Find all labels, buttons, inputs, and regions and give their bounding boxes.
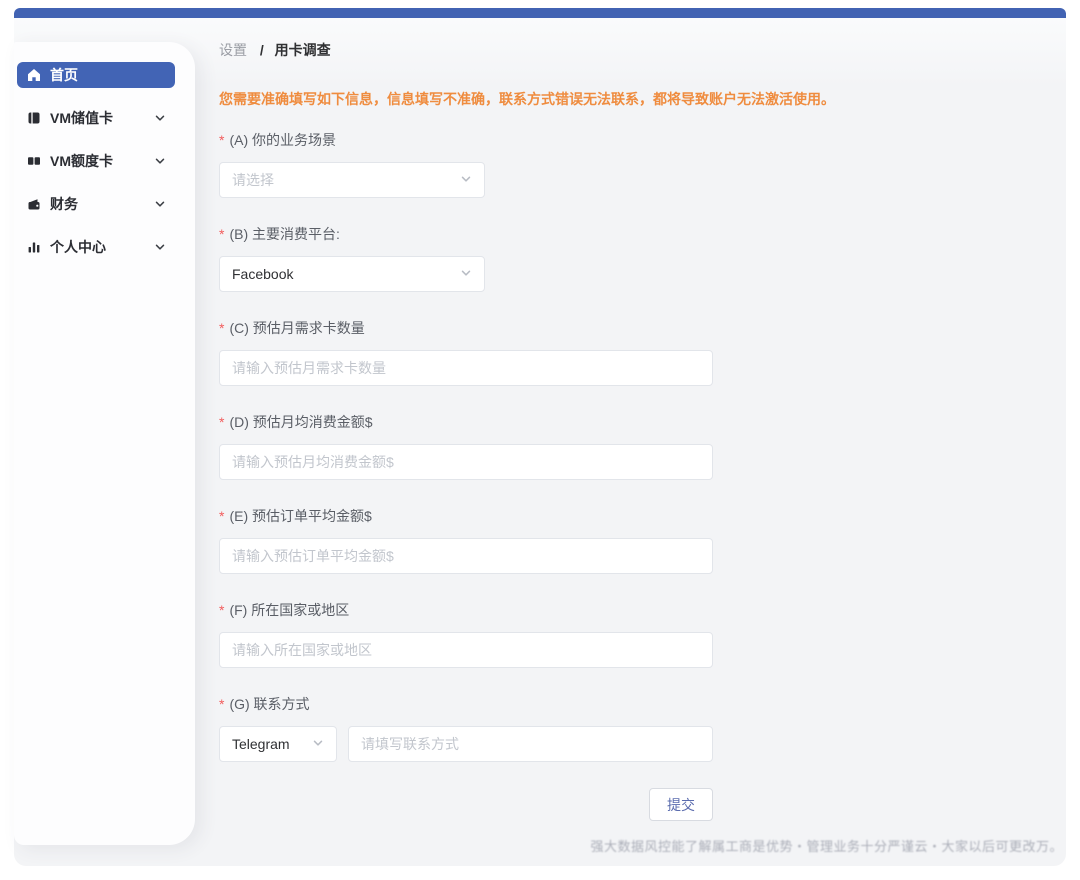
form-field-d: * (D) 预估月均消费金额$ <box>219 412 1063 480</box>
breadcrumb-parent[interactable]: 设置 <box>219 42 247 58</box>
field-label: * (D) 预估月均消费金额$ <box>219 414 373 430</box>
page: 首页 VM储值卡 VM额度卡 财务 个人中心 设置 / 用卡调查 您需要准确填写… <box>0 0 1080 880</box>
chevron-down-icon <box>154 112 166 124</box>
sidebar-item-vm-stored-card[interactable]: VM储值卡 <box>17 105 175 131</box>
sidebar-item-label: VM额度卡 <box>50 153 113 169</box>
main-content: 设置 / 用卡调查 您需要准确填写如下信息，信息填写不准确，联系方式错误无法联系… <box>219 18 1063 855</box>
home-icon <box>27 68 41 82</box>
top-accent-bar <box>14 8 1066 18</box>
required-asterisk: * <box>219 226 225 242</box>
form-field-c: * (C) 预估月需求卡数量 <box>219 318 1063 386</box>
contact-value-input[interactable] <box>348 726 713 762</box>
country-region-input[interactable] <box>219 632 713 668</box>
sidebar: 首页 VM储值卡 VM额度卡 财务 个人中心 <box>14 42 195 845</box>
select-value: Facebook <box>232 266 294 282</box>
form-field-e: * (E) 预估订单平均金额$ <box>219 506 1063 574</box>
monthly-spend-amount-input[interactable] <box>219 444 713 480</box>
chevron-down-icon <box>154 241 166 253</box>
required-asterisk: * <box>219 414 225 430</box>
field-label: * (A) 你的业务场景 <box>219 132 337 148</box>
profile-icon <box>27 240 41 254</box>
platform-select[interactable]: Facebook <box>219 256 485 292</box>
required-asterisk: * <box>219 602 225 618</box>
contact-row: Telegram <box>219 726 713 762</box>
required-asterisk: * <box>219 696 225 712</box>
form-field-g: * (G) 联系方式 Telegram <box>219 694 1063 762</box>
sidebar-item-label: 财务 <box>50 196 78 212</box>
watermark-text: 强大数据风控能了解属工商是优势・管理业务十分严谨云・大家以后可更改万。 <box>590 839 1063 854</box>
sidebar-item-finance[interactable]: 财务 <box>17 191 175 217</box>
stored-card-icon <box>27 111 41 125</box>
chevron-down-icon <box>312 736 324 752</box>
card-survey-form: * (A) 你的业务场景 请选择 * (B) 主要消费平台: Facebook … <box>219 130 1063 821</box>
breadcrumb-current: 用卡调查 <box>274 42 331 58</box>
quota-card-icon <box>27 154 41 168</box>
select-placeholder: 请选择 <box>232 172 274 188</box>
required-asterisk: * <box>219 320 225 336</box>
app-frame: 首页 VM储值卡 VM额度卡 财务 个人中心 设置 / 用卡调查 您需要准确填写… <box>14 18 1066 866</box>
business-scene-select[interactable]: 请选择 <box>219 162 485 198</box>
monthly-card-quantity-input[interactable] <box>219 350 713 386</box>
sidebar-item-label: VM储值卡 <box>50 110 113 126</box>
sidebar-item-label: 个人中心 <box>50 239 106 255</box>
required-asterisk: * <box>219 132 225 148</box>
warning-message: 您需要准确填写如下信息，信息填写不准确，联系方式错误无法联系，都将导致账户无法激… <box>219 91 835 107</box>
breadcrumb-separator: / <box>259 42 264 58</box>
form-field-b: * (B) 主要消费平台: Facebook <box>219 224 1063 292</box>
sidebar-item-home[interactable]: 首页 <box>17 62 175 88</box>
contact-type-select[interactable]: Telegram <box>219 726 337 762</box>
sidebar-nav: 首页 VM储值卡 VM额度卡 财务 个人中心 <box>14 42 195 260</box>
field-label: * (C) 预估月需求卡数量 <box>219 320 365 336</box>
avg-order-amount-input[interactable] <box>219 538 713 574</box>
chevron-down-icon <box>460 172 472 188</box>
select-value: Telegram <box>232 736 290 752</box>
submit-row: 提交 <box>219 788 713 821</box>
required-asterisk: * <box>219 508 225 524</box>
chevron-down-icon <box>460 266 472 282</box>
chevron-down-icon <box>154 155 166 167</box>
form-field-f: * (F) 所在国家或地区 <box>219 600 1063 668</box>
sidebar-item-label: 首页 <box>50 67 78 83</box>
finance-icon <box>27 197 41 211</box>
field-label: * (G) 联系方式 <box>219 696 310 712</box>
sidebar-item-profile[interactable]: 个人中心 <box>17 234 175 260</box>
field-label: * (E) 预估订单平均金额$ <box>219 508 372 524</box>
chevron-down-icon <box>154 198 166 210</box>
submit-button[interactable]: 提交 <box>649 788 713 821</box>
field-label: * (F) 所在国家或地区 <box>219 602 350 618</box>
breadcrumb: 设置 / 用卡调查 <box>219 40 1063 60</box>
field-label: * (B) 主要消费平台: <box>219 226 340 242</box>
sidebar-item-vm-quota-card[interactable]: VM额度卡 <box>17 148 175 174</box>
form-field-a: * (A) 你的业务场景 请选择 <box>219 130 1063 198</box>
